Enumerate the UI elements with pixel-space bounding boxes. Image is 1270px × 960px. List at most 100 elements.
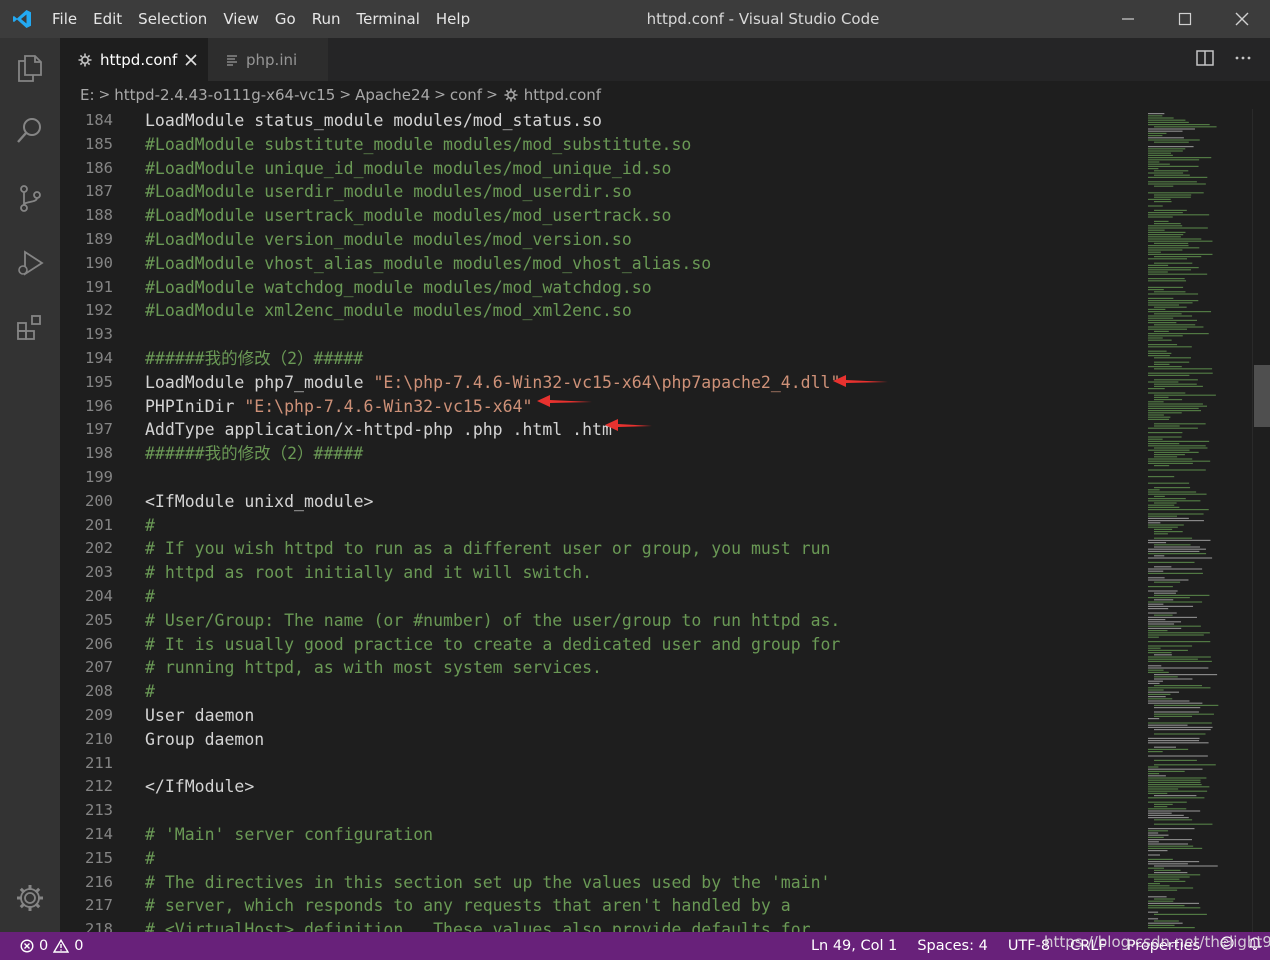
- extensions-button[interactable]: [10, 308, 50, 348]
- code-line[interactable]: PHPIniDir "E:\php-7.4.6-Win32-vc15-x64": [145, 395, 840, 419]
- problems-indicator[interactable]: 0 0: [0, 938, 83, 954]
- minimize-icon: [1121, 18, 1134, 20]
- line-number: 190: [85, 253, 113, 272]
- comment-token: # User/Group: The name (or #number) of t…: [145, 610, 841, 630]
- menu-terminal[interactable]: Terminal: [349, 0, 428, 38]
- breadcrumb-item[interactable]: E:: [80, 86, 95, 104]
- gear-icon: [17, 885, 43, 911]
- code-line[interactable]: User daemon: [145, 704, 840, 728]
- error-count: 0: [39, 938, 49, 954]
- vertical-scrollbar[interactable]: [1252, 109, 1270, 932]
- code-line[interactable]: # <VirtualHost> definition. These values…: [145, 918, 840, 932]
- maximize-icon: [1178, 12, 1191, 26]
- gear-icon: [504, 88, 518, 102]
- menu-edit[interactable]: Edit: [85, 0, 130, 38]
- code-line[interactable]: [145, 799, 840, 823]
- code-content[interactable]: LoadModule status_module modules/mod_sta…: [145, 109, 840, 932]
- code-editor[interactable]: 184 185 186 187 188 189 190 191 192 193 194 195 196 1…: [60, 109, 1146, 932]
- line-number: 210: [85, 729, 113, 748]
- editor-actions: [1196, 38, 1252, 81]
- breadcrumb-item[interactable]: httpd.conf: [524, 86, 601, 104]
- minimap[interactable]: [1146, 109, 1252, 932]
- comment-token: #: [145, 586, 155, 606]
- code-line[interactable]: LoadModule status_module modules/mod_sta…: [145, 109, 840, 133]
- code-token: Group daemon: [145, 729, 265, 749]
- extensions-icon: [17, 315, 41, 340]
- cursor-position[interactable]: Ln 49, Col 1: [801, 932, 907, 960]
- code-line[interactable]: Group daemon: [145, 728, 840, 752]
- menu-view[interactable]: View: [215, 0, 267, 38]
- line-number: 216: [85, 872, 113, 891]
- comment-token: # The directives in this section set up …: [145, 872, 831, 892]
- code-line[interactable]: #: [145, 680, 840, 704]
- code-line[interactable]: #LoadModule unique_id_module modules/mod…: [145, 157, 840, 181]
- code-line[interactable]: #LoadModule usertrack_module modules/mod…: [145, 204, 840, 228]
- comment-token: # httpd as root initially and it will sw…: [145, 563, 593, 583]
- code-line[interactable]: # The directives in this section set up …: [145, 871, 840, 895]
- annotation-arrow-icon: [605, 419, 652, 431]
- menu-help[interactable]: Help: [428, 0, 478, 38]
- code-line[interactable]: # httpd as root initially and it will sw…: [145, 561, 840, 585]
- line-number: 199: [85, 467, 113, 486]
- manage-button[interactable]: [10, 878, 50, 918]
- code-line[interactable]: # It is usually good practice to create …: [145, 633, 840, 657]
- code-line[interactable]: ######我的修改（2）#####: [145, 442, 840, 466]
- gear-icon: [78, 53, 92, 67]
- menu-file[interactable]: File: [44, 0, 85, 38]
- line-number: 212: [85, 777, 113, 796]
- code-line[interactable]: # If you wish httpd to run as a differen…: [145, 537, 840, 561]
- code-line[interactable]: #LoadModule xml2enc_module modules/mod_x…: [145, 299, 840, 323]
- maximize-button[interactable]: [1156, 0, 1213, 38]
- close-window-button[interactable]: [1213, 0, 1270, 38]
- tab-php-ini[interactable]: php.ini: [208, 38, 328, 81]
- string-token: "E:\php-7.4.6-Win32-vc15-x64": [244, 396, 533, 416]
- code-line[interactable]: #LoadModule vhost_alias_module modules/m…: [145, 252, 840, 276]
- comment-token: #: [145, 682, 155, 702]
- code-line[interactable]: #LoadModule watchdog_module modules/mod_…: [145, 276, 840, 300]
- menu-selection[interactable]: Selection: [130, 0, 215, 38]
- minimize-button[interactable]: [1099, 0, 1156, 38]
- source-control-button[interactable]: [10, 178, 50, 218]
- search-icon: [17, 118, 41, 143]
- code-line[interactable]: [145, 323, 840, 347]
- code-line[interactable]: AddType application/x-httpd-php .php .ht…: [145, 418, 840, 442]
- explorer-button[interactable]: [10, 48, 50, 88]
- code-line[interactable]: LoadModule php7_module "E:\php-7.4.6-Win…: [145, 371, 840, 395]
- line-number: 184: [85, 111, 113, 129]
- split-editor-button[interactable]: [1196, 49, 1214, 71]
- tab-bar: httpd.conf php.ini: [60, 38, 1270, 81]
- code-line[interactable]: [145, 752, 840, 776]
- menu-go[interactable]: Go: [267, 0, 304, 38]
- code-line[interactable]: # User/Group: The name (or #number) of t…: [145, 609, 840, 633]
- code-line[interactable]: # running httpd, as with most system ser…: [145, 656, 840, 680]
- indentation[interactable]: Spaces: 4: [907, 932, 997, 960]
- code-line[interactable]: # server, which responds to any requests…: [145, 894, 840, 918]
- comment-token: ######我的修改（2）#####: [145, 444, 364, 464]
- code-line[interactable]: #: [145, 585, 840, 609]
- run-debug-button[interactable]: [10, 243, 50, 283]
- code-line[interactable]: [145, 466, 840, 490]
- code-line[interactable]: <IfModule unixd_module>: [145, 490, 840, 514]
- breadcrumb-item[interactable]: httpd-2.4.43-o111g-x64-vc15: [114, 86, 335, 104]
- warning-count: 0: [74, 938, 84, 954]
- line-number: 217: [85, 896, 113, 915]
- code-line[interactable]: #: [145, 514, 840, 538]
- breadcrumb-item[interactable]: Apache24: [355, 86, 430, 104]
- scrollbar-thumb[interactable]: [1254, 365, 1270, 427]
- more-actions-button[interactable]: [1234, 49, 1252, 71]
- menu-run[interactable]: Run: [304, 0, 349, 38]
- code-line[interactable]: #LoadModule userdir_module modules/mod_u…: [145, 180, 840, 204]
- code-token: PHPIniDir: [145, 396, 245, 416]
- code-line[interactable]: ######我的修改（2）#####: [145, 347, 840, 371]
- close-tab-button[interactable]: [185, 53, 197, 66]
- breadcrumb-item[interactable]: conf: [450, 86, 482, 104]
- tab-label: httpd.conf: [100, 50, 178, 69]
- code-line[interactable]: #: [145, 847, 840, 871]
- code-line[interactable]: #LoadModule substitute_module modules/mo…: [145, 133, 840, 157]
- code-line[interactable]: </IfModule>: [145, 775, 840, 799]
- code-line[interactable]: #LoadModule version_module modules/mod_v…: [145, 228, 840, 252]
- code-line[interactable]: # 'Main' server configuration: [145, 823, 840, 847]
- search-button[interactable]: [10, 110, 50, 150]
- menu-bar: File Edit Selection View Go Run Terminal…: [44, 0, 478, 38]
- tab-httpd-conf[interactable]: httpd.conf: [60, 38, 208, 81]
